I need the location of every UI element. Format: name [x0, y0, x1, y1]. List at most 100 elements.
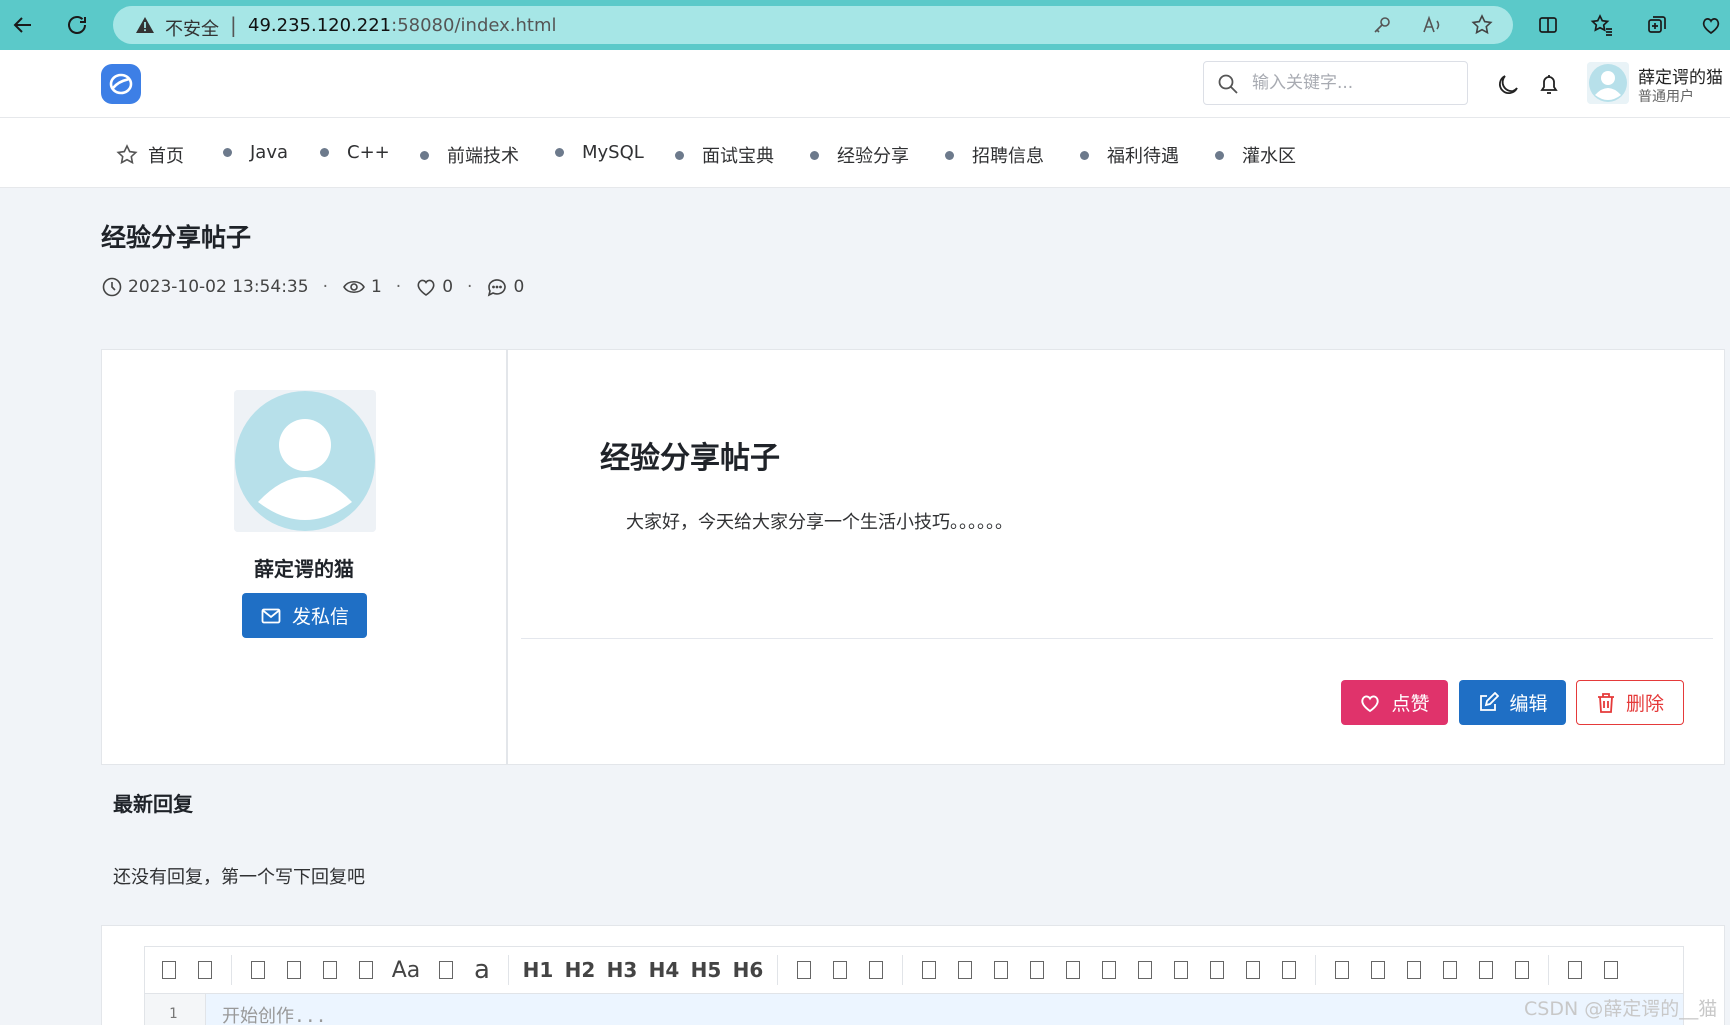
toolbar-button[interactable] [1504, 952, 1540, 988]
toolbar-button[interactable] [1593, 952, 1629, 988]
nav-item-label: 经验分享 [837, 146, 909, 167]
toolbar-button[interactable] [1019, 952, 1055, 988]
toolbar-button[interactable] [348, 952, 384, 988]
heading-2-button[interactable]: H2 [559, 952, 601, 988]
url-path: :58080/index.html [391, 15, 557, 36]
site-logo[interactable] [101, 64, 141, 104]
toolbar-button[interactable] [1324, 952, 1360, 988]
back-icon[interactable] [8, 10, 38, 40]
reload-icon[interactable] [62, 10, 92, 40]
nav-item-home[interactable]: 首页 [116, 142, 184, 168]
favorite-star-icon[interactable] [1471, 14, 1493, 36]
editor-input[interactable]: 开始创作... [206, 994, 1684, 1025]
nav-item-chat[interactable]: 灌水区 [1215, 142, 1296, 168]
toolbar-button[interactable] [1271, 952, 1307, 988]
toolbar-button[interactable] [276, 952, 312, 988]
post-likes-count: 0 [442, 277, 454, 297]
toolbar-button[interactable] [1199, 952, 1235, 988]
heading-3-button[interactable]: H3 [601, 952, 643, 988]
url-text[interactable]: 49.235.120.221:58080/index.html [248, 15, 557, 36]
post-views-count: 1 [370, 277, 382, 297]
lowercase-button[interactable]: a [464, 952, 500, 988]
toolbar-button[interactable] [1055, 952, 1091, 988]
browser-essentials-icon[interactable] [1696, 10, 1726, 40]
read-aloud-icon[interactable] [1421, 14, 1443, 36]
user-name[interactable]: 薛定谔的猫 [1638, 63, 1723, 88]
toolbar-button[interactable] [1557, 952, 1593, 988]
notification-bell-icon[interactable] [1536, 72, 1562, 98]
toolbar-divider [1315, 955, 1316, 985]
nav-item-java[interactable]: Java [223, 142, 288, 163]
bullet-icon [1080, 150, 1089, 160]
edit-button[interactable]: 编辑 [1459, 680, 1566, 725]
toolbar-button[interactable] [151, 952, 187, 988]
bullet-icon [810, 150, 819, 160]
heading-6-button[interactable]: H6 [727, 952, 769, 988]
toolbar-button[interactable] [947, 952, 983, 988]
author-name[interactable]: 薛定谔的猫 [102, 553, 506, 582]
split-screen-icon[interactable] [1533, 10, 1563, 40]
post-meta: 2023-10-02 13:54:35 · 1 · 0 · 0 [101, 275, 524, 299]
toolbar-button[interactable] [1235, 952, 1271, 988]
font-case-button[interactable]: Aa [384, 952, 428, 988]
toolbar-divider [777, 955, 778, 985]
toolbar-button[interactable] [428, 952, 464, 988]
author-avatar[interactable] [234, 390, 376, 532]
toolbar-button[interactable] [240, 952, 276, 988]
user-avatar[interactable] [1587, 62, 1629, 104]
nav-item-jobs[interactable]: 招聘信息 [945, 142, 1044, 168]
nav-item-interview[interactable]: 面试宝典 [675, 142, 774, 168]
toolbar-button[interactable] [1396, 952, 1432, 988]
bullet-icon [675, 150, 684, 160]
browser-toolbar: 不安全 | 49.235.120.221:58080/index.html [0, 0, 1730, 50]
search-box[interactable] [1203, 61, 1468, 105]
toolbar-button[interactable] [1432, 952, 1468, 988]
toolbar-button[interactable] [983, 952, 1019, 988]
search-icon [1217, 73, 1239, 95]
send-message-button[interactable]: 发私信 [242, 593, 367, 638]
dark-mode-icon[interactable] [1495, 72, 1521, 98]
key-icon[interactable] [1371, 14, 1393, 36]
toolbar-button[interactable] [1091, 952, 1127, 988]
delete-label: 删除 [1625, 693, 1664, 715]
favorites-icon[interactable] [1587, 10, 1617, 40]
address-bar[interactable]: 不安全 | 49.235.120.221:58080/index.html [113, 6, 1513, 44]
editor-placeholder: 开始创作... [222, 1006, 327, 1025]
bullet-icon [223, 148, 232, 157]
toolbar-button[interactable] [187, 952, 223, 988]
toolbar-button[interactable] [1468, 952, 1504, 988]
site-header: 薛定谔的猫 普通用户 [0, 50, 1730, 118]
nav-item-benefits[interactable]: 福利待遇 [1080, 142, 1179, 168]
post-card: 经验分享帖子 大家好，今天给大家分享一个生活小技巧。。。。。。 点赞 编辑 删除 [507, 349, 1725, 765]
toolbar-divider [902, 955, 903, 985]
nav-item-mysql[interactable]: MySQL [555, 142, 644, 163]
toolbar-button[interactable] [911, 952, 947, 988]
insecure-label[interactable]: 不安全 [165, 15, 219, 41]
send-message-label: 发私信 [291, 607, 349, 628]
clock-icon [102, 277, 122, 297]
delete-button[interactable]: 删除 [1576, 680, 1684, 725]
nav-item-frontend[interactable]: 前端技术 [420, 142, 519, 168]
toolbar-button[interactable] [1127, 952, 1163, 988]
toolbar-button[interactable] [1163, 952, 1199, 988]
edit-label: 编辑 [1509, 693, 1548, 715]
heading-5-button[interactable]: H5 [685, 952, 727, 988]
url-host: 49.235.120.221 [248, 15, 392, 36]
reply-editor: Aa a H1 H2 H3 H4 H5 H6 1 开始创作... [101, 925, 1725, 1025]
nav-item-label: MySQL [582, 142, 644, 163]
nav-item-cpp[interactable]: C++ [320, 142, 390, 163]
toolbar-button[interactable] [858, 952, 894, 988]
heading-4-button[interactable]: H4 [643, 952, 685, 988]
toolbar-button[interactable] [312, 952, 348, 988]
toolbar-button[interactable] [786, 952, 822, 988]
page-title: 经验分享帖子 [101, 223, 252, 252]
toolbar-button[interactable] [822, 952, 858, 988]
nav-item-experience[interactable]: 经验分享 [810, 142, 909, 168]
nav-item-label: 面试宝典 [702, 146, 774, 167]
collections-icon[interactable] [1642, 10, 1672, 40]
search-input[interactable] [1252, 70, 1452, 96]
like-button[interactable]: 点赞 [1341, 680, 1448, 725]
toolbar-button[interactable] [1360, 952, 1396, 988]
nav-item-label: C++ [347, 142, 390, 163]
heading-1-button[interactable]: H1 [517, 952, 559, 988]
